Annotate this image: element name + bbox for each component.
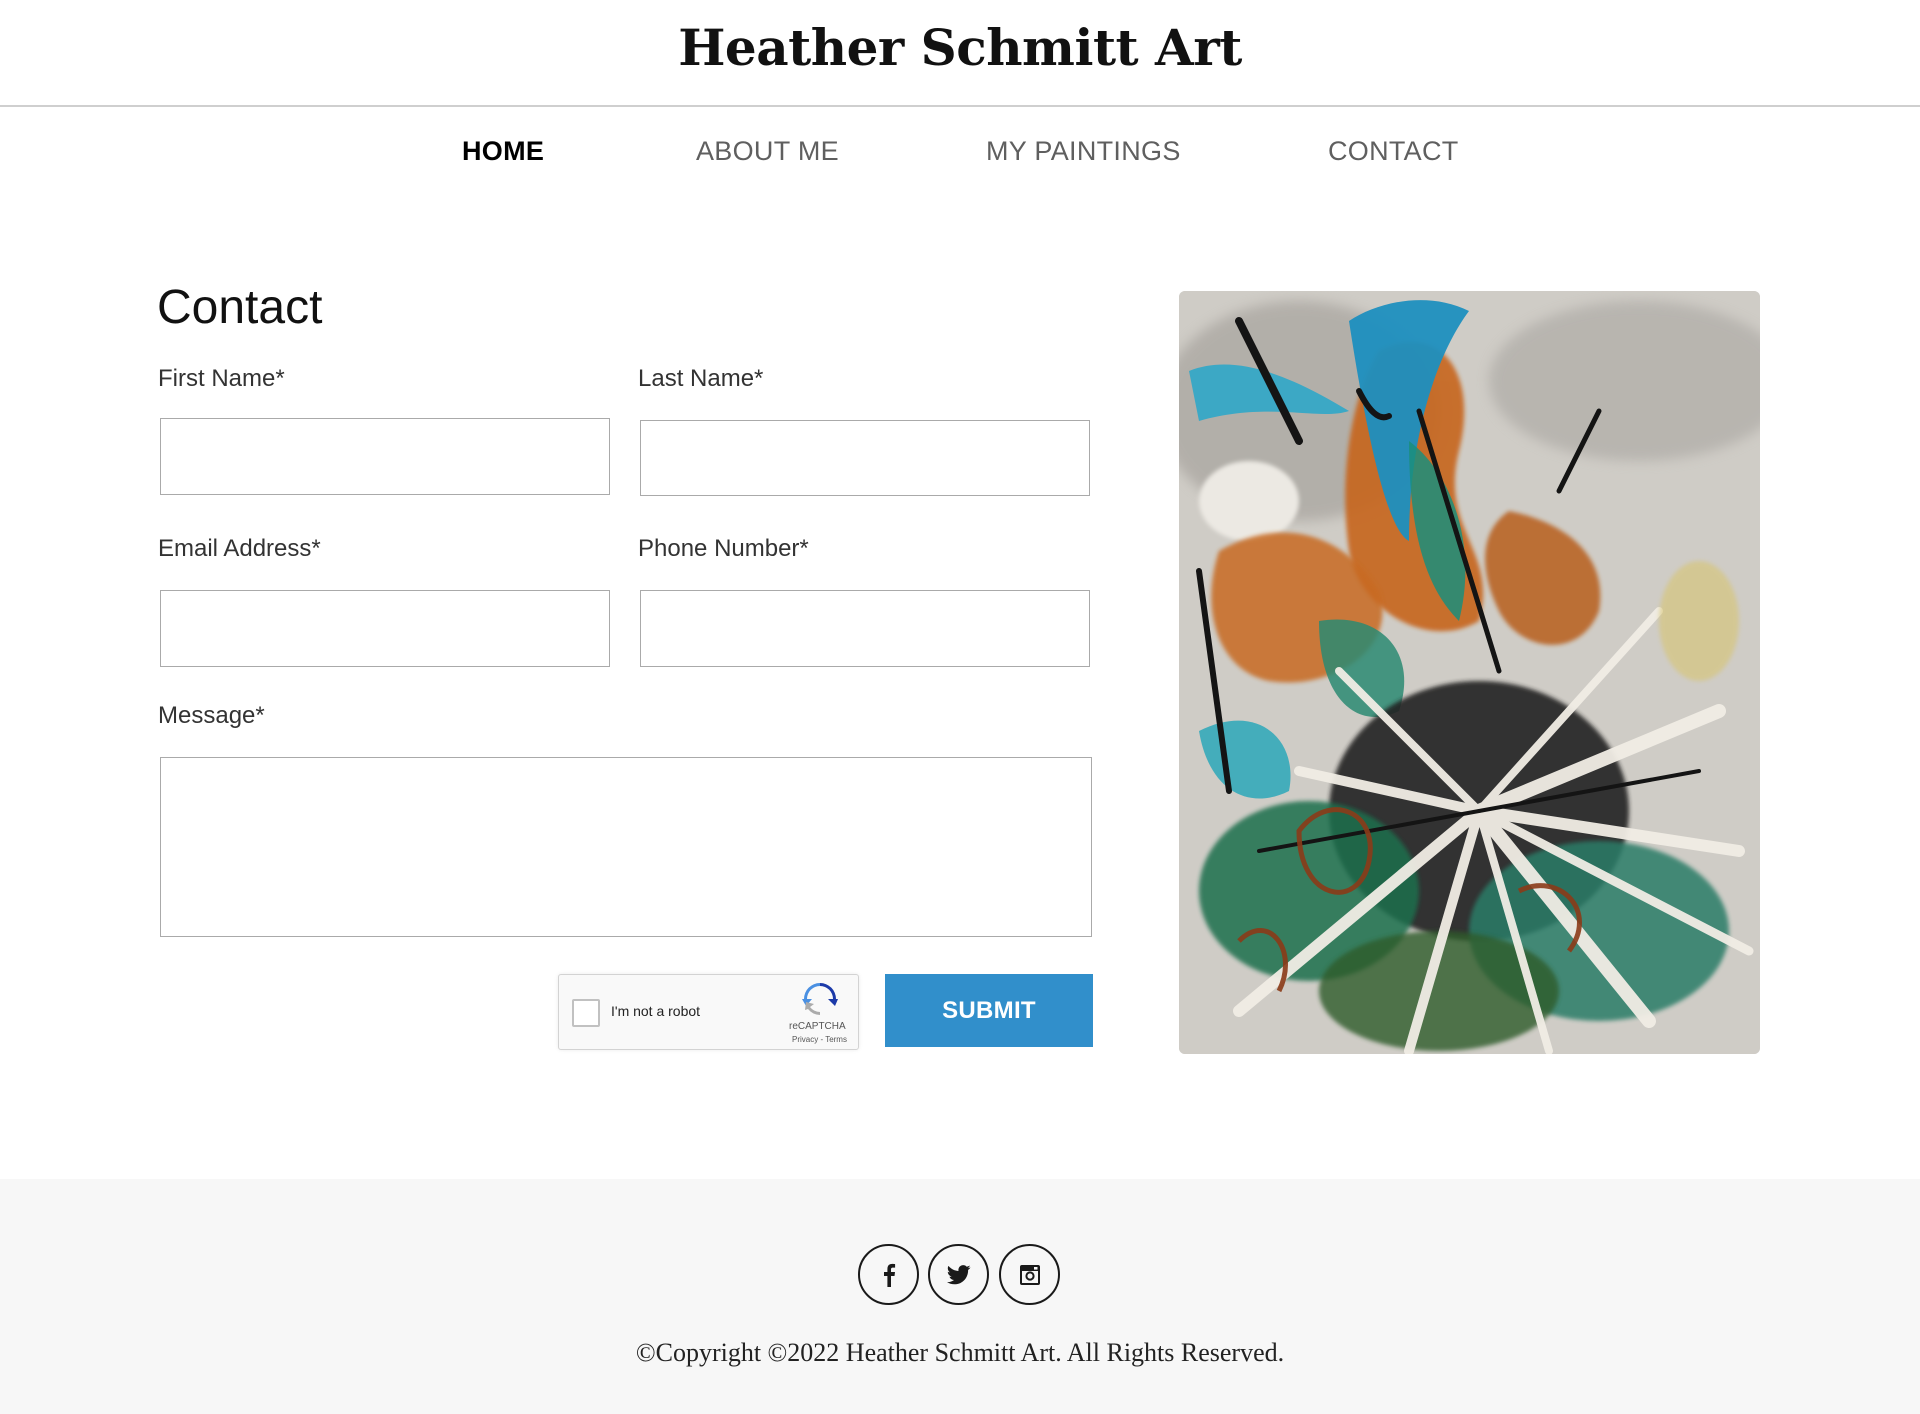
main-nav: HOME ABOUT ME MY PAINTINGS CONTACT xyxy=(0,136,1920,176)
site-title[interactable]: Heather Schmitt Art xyxy=(0,18,1920,77)
first-name-field[interactable] xyxy=(160,418,610,495)
first-name-label: First Name* xyxy=(158,365,285,392)
header-divider xyxy=(0,105,1920,107)
recaptcha-links[interactable]: Privacy - Terms xyxy=(792,1035,847,1044)
recaptcha-checkbox[interactable] xyxy=(572,999,600,1027)
twitter-icon[interactable] xyxy=(928,1244,989,1305)
recaptcha-icon xyxy=(802,983,838,1015)
footer-copyright: ©Copyright ©2022 Heather Schmitt Art. Al… xyxy=(635,1338,1285,1367)
nav-item-contact[interactable]: CONTACT xyxy=(1328,136,1459,167)
page-title: Contact xyxy=(157,281,323,334)
phone-label: Phone Number* xyxy=(638,535,809,562)
email-field[interactable] xyxy=(160,590,610,667)
nav-item-my-paintings[interactable]: MY PAINTINGS xyxy=(986,136,1181,167)
recaptcha-widget: I'm not a robot reCAPTCHA Privacy - Term… xyxy=(558,974,859,1050)
recaptcha-brand: reCAPTCHA xyxy=(789,1021,846,1032)
phone-field[interactable] xyxy=(640,590,1090,667)
abstract-painting-image xyxy=(1179,291,1760,1054)
instagram-icon[interactable] xyxy=(999,1244,1060,1305)
nav-item-about-me[interactable]: ABOUT ME xyxy=(696,136,839,167)
nav-item-home[interactable]: HOME xyxy=(462,136,544,167)
message-field[interactable] xyxy=(160,757,1092,937)
last-name-field[interactable] xyxy=(640,420,1090,496)
last-name-label: Last Name* xyxy=(638,365,764,392)
recaptcha-label: I'm not a robot xyxy=(611,1003,701,1019)
message-label: Message* xyxy=(158,702,265,729)
email-label: Email Address* xyxy=(158,535,321,562)
facebook-icon[interactable] xyxy=(858,1244,919,1305)
submit-button[interactable]: SUBMIT xyxy=(885,974,1093,1047)
